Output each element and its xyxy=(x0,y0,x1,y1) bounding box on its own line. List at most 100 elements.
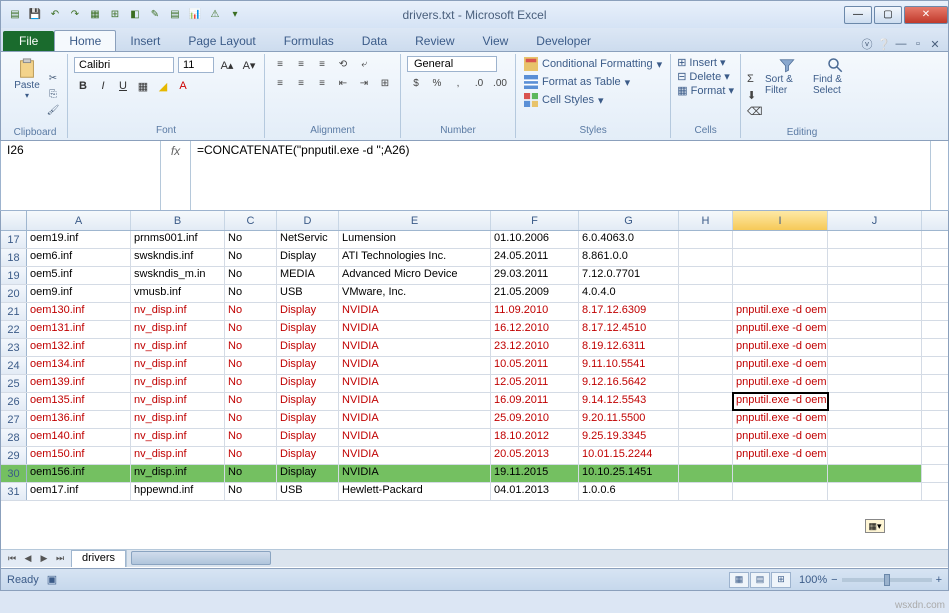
cell[interactable]: nv_disp.inf xyxy=(131,339,225,356)
maximize-button[interactable]: ▢ xyxy=(874,6,902,24)
col-header-a[interactable]: A xyxy=(27,211,131,230)
cell[interactable]: No xyxy=(225,303,277,320)
cell[interactable]: 11.09.2010 xyxy=(491,303,579,320)
row-header[interactable]: 26 xyxy=(1,393,27,410)
cell[interactable]: oem136.inf xyxy=(27,411,131,428)
cell[interactable]: nv_disp.inf xyxy=(131,429,225,446)
col-header-i[interactable]: I xyxy=(733,211,828,230)
row-header[interactable]: 29 xyxy=(1,447,27,464)
cell[interactable]: 21.05.2009 xyxy=(491,285,579,302)
col-header-d[interactable]: D xyxy=(277,211,339,230)
formulas-tab[interactable]: Formulas xyxy=(270,31,348,51)
cell[interactable]: 23.12.2010 xyxy=(491,339,579,356)
cell[interactable]: No xyxy=(225,357,277,374)
align-top-icon[interactable]: ≡ xyxy=(271,56,289,72)
cell[interactable]: 12.05.2011 xyxy=(491,375,579,392)
cell[interactable] xyxy=(828,231,922,248)
cell[interactable]: No xyxy=(225,393,277,410)
cell[interactable]: 7.12.0.7701 xyxy=(579,267,679,284)
cell[interactable]: Display xyxy=(277,303,339,320)
cell[interactable] xyxy=(733,465,828,482)
merge-icon[interactable]: ⊞ xyxy=(376,75,394,91)
cell[interactable] xyxy=(828,447,922,464)
cell[interactable]: vmusb.inf xyxy=(131,285,225,302)
cell[interactable]: pnputil.exe -d oem130.inf xyxy=(733,303,828,320)
col-header-g[interactable]: G xyxy=(579,211,679,230)
col-header-h[interactable]: H xyxy=(679,211,733,230)
cell[interactable]: oem150.inf xyxy=(27,447,131,464)
cell[interactable]: 4.0.4.0 xyxy=(579,285,679,302)
cell[interactable]: 1.0.0.6 xyxy=(579,483,679,500)
cell[interactable]: 24.05.2011 xyxy=(491,249,579,266)
row-header[interactable]: 24 xyxy=(1,357,27,374)
fill-color-icon[interactable]: ◢ xyxy=(154,77,172,95)
font-size-select[interactable]: 11 xyxy=(178,57,214,73)
format-cells-button[interactable]: ▦ Format ▾ xyxy=(677,84,734,97)
orientation-icon[interactable]: ⟲ xyxy=(334,56,352,72)
cell[interactable]: Advanced Micro Device xyxy=(339,267,491,284)
qat-icon-7[interactable]: ⚠ xyxy=(207,7,223,23)
autosum-icon[interactable]: Σ xyxy=(747,73,765,87)
cell[interactable] xyxy=(679,393,733,410)
cell[interactable]: No xyxy=(225,267,277,284)
cell[interactable]: NVIDIA xyxy=(339,357,491,374)
qat-icon-6[interactable]: 📊 xyxy=(187,7,203,23)
table-row[interactable]: 17oem19.infprnms001.infNoNetServicLumens… xyxy=(1,231,948,249)
cell[interactable] xyxy=(733,285,828,302)
underline-button[interactable]: U xyxy=(114,77,132,95)
name-box[interactable]: I26 xyxy=(1,141,161,210)
cell[interactable]: oem17.inf xyxy=(27,483,131,500)
sheet-tab[interactable]: drivers xyxy=(71,550,126,567)
zoom-in-icon[interactable]: + xyxy=(936,574,942,586)
cell[interactable]: nv_disp.inf xyxy=(131,411,225,428)
file-tab[interactable]: File xyxy=(3,31,54,51)
cell[interactable]: NetServic xyxy=(277,231,339,248)
qat-icon-1[interactable]: ▦ xyxy=(87,7,103,23)
cell[interactable]: oem139.inf xyxy=(27,375,131,392)
cell[interactable]: oem135.inf xyxy=(27,393,131,410)
cell[interactable] xyxy=(828,249,922,266)
conditional-formatting-button[interactable]: Conditional Formatting ▾ xyxy=(522,56,664,72)
insert-cells-button[interactable]: ⊞ Insert ▾ xyxy=(677,56,734,69)
cell[interactable] xyxy=(828,411,922,428)
increase-indent-icon[interactable]: ⇥ xyxy=(355,75,373,91)
copy-icon[interactable]: ⎘ xyxy=(45,89,61,103)
cell[interactable]: oem131.inf xyxy=(27,321,131,338)
table-row[interactable]: 22oem131.infnv_disp.infNoDisplayNVIDIA16… xyxy=(1,321,948,339)
italic-button[interactable]: I xyxy=(94,77,112,95)
cell[interactable]: 9.14.12.5543 xyxy=(579,393,679,410)
cell[interactable]: pnputil.exe -d oem131.inf xyxy=(733,321,828,338)
cell[interactable]: Display xyxy=(277,447,339,464)
cell[interactable]: hppewnd.inf xyxy=(131,483,225,500)
cell[interactable] xyxy=(828,483,922,500)
cell[interactable]: No xyxy=(225,231,277,248)
cell[interactable]: Display xyxy=(277,357,339,374)
minimize-ribbon-icon[interactable]: ⓥ xyxy=(860,37,874,51)
row-header[interactable]: 23 xyxy=(1,339,27,356)
cell[interactable]: 8.17.12.4510 xyxy=(579,321,679,338)
cell[interactable]: No xyxy=(225,447,277,464)
cell[interactable]: No xyxy=(225,483,277,500)
cell[interactable]: Display xyxy=(277,411,339,428)
qat-dropdown-icon[interactable]: ▾ xyxy=(227,7,243,23)
page-layout-tab[interactable]: Page Layout xyxy=(174,31,269,51)
row-header[interactable]: 18 xyxy=(1,249,27,266)
cell[interactable]: 9.12.16.5642 xyxy=(579,375,679,392)
review-tab[interactable]: Review xyxy=(401,31,468,51)
macro-record-icon[interactable]: ▣ xyxy=(47,573,57,586)
col-header-e[interactable]: E xyxy=(339,211,491,230)
cell[interactable]: Hewlett-Packard xyxy=(339,483,491,500)
cell[interactable]: Display xyxy=(277,375,339,392)
table-row[interactable]: 29oem150.infnv_disp.infNoDisplayNVIDIA20… xyxy=(1,447,948,465)
horizontal-scrollbar[interactable] xyxy=(126,550,948,567)
cell[interactable] xyxy=(733,483,828,500)
cell[interactable] xyxy=(679,321,733,338)
table-row[interactable]: 19oem5.infswskndis_m.inNoMEDIAAdvanced M… xyxy=(1,267,948,285)
cell[interactable] xyxy=(733,267,828,284)
cell[interactable]: NVIDIA xyxy=(339,321,491,338)
page-layout-view-icon[interactable]: ▤ xyxy=(750,572,770,588)
cell[interactable] xyxy=(679,375,733,392)
comma-icon[interactable]: , xyxy=(449,75,467,91)
cell[interactable] xyxy=(679,249,733,266)
zoom-slider[interactable] xyxy=(842,578,932,582)
